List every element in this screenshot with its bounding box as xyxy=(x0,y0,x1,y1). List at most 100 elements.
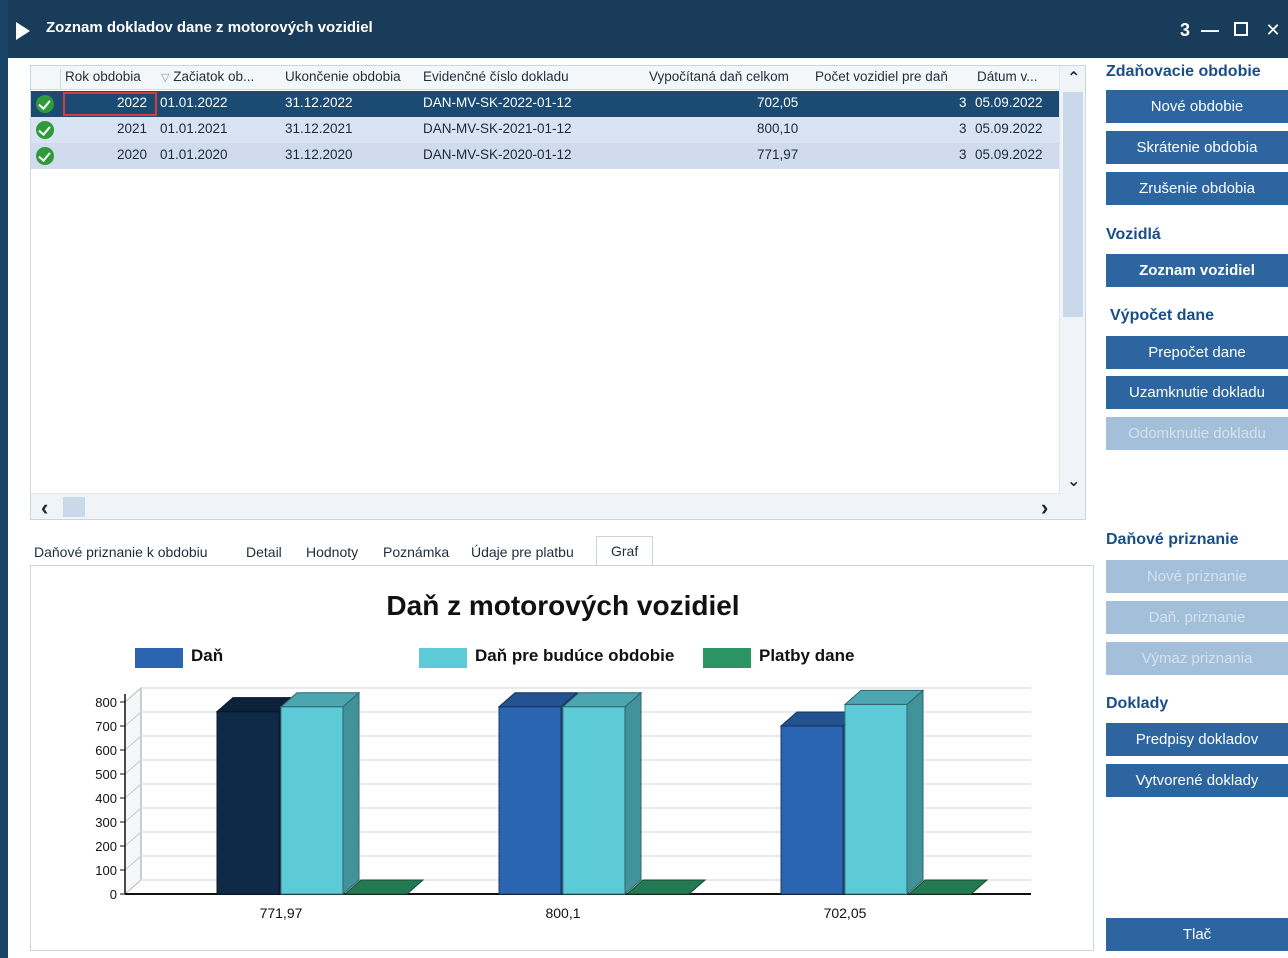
skratenie-obdobia-button[interactable]: Skrátenie obdobia xyxy=(1106,131,1288,164)
minimize-icon[interactable]: — xyxy=(1196,20,1224,41)
bar-front xyxy=(216,711,280,895)
cell-datum: 05.09.2022 xyxy=(975,147,1043,162)
scroll-up-icon[interactable]: ⌃ xyxy=(1067,68,1080,88)
y-tick-label: 800 xyxy=(95,695,117,710)
cell-pocet: 3 xyxy=(959,121,967,136)
column-header-zaciatok[interactable]: ▽ Začiatok ob... xyxy=(161,69,254,84)
column-header-rok[interactable]: Rok obdobia xyxy=(65,69,141,84)
section-title-danove-priznanie: Daňové priznanie xyxy=(1106,531,1239,548)
documents-grid: Rok obdobia ▽ Začiatok ob... Ukončenie o… xyxy=(30,65,1086,520)
column-header-cislo[interactable]: Evidenčné číslo dokladu xyxy=(423,69,569,84)
cell-dan: 771,97 xyxy=(757,147,799,162)
cell-pocet: 3 xyxy=(959,95,967,110)
nove-obdobie-button[interactable]: Nové obdobie xyxy=(1106,90,1288,123)
scroll-right-icon[interactable]: › xyxy=(1041,495,1048,519)
cell-datum: 05.09.2022 xyxy=(975,121,1043,136)
close-icon[interactable]: ✕ xyxy=(1258,20,1288,41)
y-tick-label: 500 xyxy=(95,767,117,782)
table-row[interactable]: 2020 01.01.2020 31.12.2020 DAN-MV-SK-202… xyxy=(31,143,1061,169)
bar-side xyxy=(906,689,924,896)
odomknutie-dokladu-button[interactable]: Odomknutie dokladu xyxy=(1106,417,1288,450)
actions-sidebar: Zdaňovacie obdobie Nové obdobie Skráteni… xyxy=(1098,58,1288,958)
y-tick-label: 700 xyxy=(95,719,117,734)
status-ok-icon xyxy=(36,121,54,139)
tab-graf[interactable]: Graf xyxy=(596,536,654,567)
dan-priznanie-button[interactable]: Daň. priznanie xyxy=(1106,601,1288,634)
prepocet-dane-button[interactable]: Prepočet dane xyxy=(1106,336,1288,369)
section-title-vypocet-dane: Výpočet dane xyxy=(1110,307,1215,324)
table-row[interactable]: 2021 01.01.2021 31.12.2021 DAN-MV-SK-202… xyxy=(31,117,1061,143)
cell-cislo: DAN-MV-SK-2022-01-12 xyxy=(423,95,572,110)
bar-front xyxy=(780,725,844,895)
main-window: Zoznam dokladov dane z motorových vozidi… xyxy=(0,0,1288,958)
column-header-datum[interactable]: Dátum v... xyxy=(977,69,1038,84)
status-column-header xyxy=(31,69,61,89)
window-controls: 3 — ✕ xyxy=(1174,17,1288,43)
scroll-left-icon[interactable]: ‹ xyxy=(41,495,48,519)
cell-cislo: DAN-MV-SK-2020-01-12 xyxy=(423,147,572,162)
section-title-zdanovacie-obdobie: Zdaňovacie obdobie xyxy=(1106,63,1261,80)
tab-hodnoty[interactable]: Hodnoty xyxy=(306,544,358,560)
detail-tabs: Daňové priznanie k obdobiu Detail Hodnot… xyxy=(34,536,1094,567)
tab-danove-priznanie[interactable]: Daňové priznanie k obdobiu xyxy=(34,544,208,560)
cell-dan: 702,05 xyxy=(757,95,799,110)
scroll-down-icon[interactable]: ⌄ xyxy=(1067,471,1080,491)
window-count-badge[interactable]: 3 xyxy=(1174,20,1196,41)
cell-rok: 2021 xyxy=(117,121,148,136)
x-tick-label: 702,05 xyxy=(824,905,867,921)
column-header-pocet[interactable]: Počet vozidiel pre daň xyxy=(815,69,948,84)
sort-desc-icon: ▽ xyxy=(161,72,170,84)
tlac-button[interactable]: Tlač xyxy=(1106,918,1288,951)
y-tick-label: 0 xyxy=(110,887,117,902)
status-ok-icon xyxy=(36,147,54,165)
status-ok-icon xyxy=(36,95,54,113)
nove-priznanie-button[interactable]: Nové priznanie xyxy=(1106,560,1288,593)
tab-poznamka[interactable]: Poznámka xyxy=(383,544,449,560)
bar-front xyxy=(498,706,562,895)
tab-detail[interactable]: Detail xyxy=(246,544,282,560)
chart-panel: Daň z motorových vozidiel Daň Daň pre bu… xyxy=(30,565,1094,951)
cell-dan: 800,10 xyxy=(757,121,799,136)
y-tick-label: 300 xyxy=(95,815,117,830)
cell-pocet: 3 xyxy=(959,147,967,162)
maximize-icon[interactable] xyxy=(1224,20,1258,41)
bar-chart: 0 100 200 300 400 500 600 700 800 771,97 800,1 702,… xyxy=(95,686,1031,921)
cell-ukoncenie: 31.12.2022 xyxy=(285,95,353,110)
window-title: Zoznam dokladov dane z motorových vozidi… xyxy=(46,19,373,36)
zoznam-vozidiel-button[interactable]: Zoznam vozidiel xyxy=(1106,254,1288,287)
cell-zaciatok: 01.01.2020 xyxy=(160,147,228,162)
y-tick-label: 600 xyxy=(95,743,117,758)
cell-cislo: DAN-MV-SK-2021-01-12 xyxy=(423,121,572,136)
x-tick-label: 800,1 xyxy=(545,905,580,921)
cell-zaciatok: 01.01.2021 xyxy=(160,121,228,136)
zrusenie-obdobia-button[interactable]: Zrušenie obdobia xyxy=(1106,172,1288,205)
title-bar: Zoznam dokladov dane z motorových vozidi… xyxy=(8,0,1288,58)
horizontal-scrollbar[interactable]: ‹ › xyxy=(31,493,1061,519)
column-header-dan[interactable]: Vypočítaná daň celkom xyxy=(649,69,789,84)
uzamknutie-dokladu-button[interactable]: Uzamknutie dokladu xyxy=(1106,376,1288,409)
bar-side xyxy=(342,691,360,896)
bar-front xyxy=(844,703,908,895)
grid-header: Rok obdobia ▽ Začiatok ob... Ukončenie o… xyxy=(31,66,1061,90)
vymaz-priznania-button[interactable]: Výmaz priznania xyxy=(1106,642,1288,675)
cell-rok: 2020 xyxy=(117,147,148,162)
vytvorene-doklady-button[interactable]: Vytvorené doklady xyxy=(1106,764,1288,797)
app-play-icon xyxy=(16,22,30,40)
table-row[interactable]: 2022 01.01.2022 31.12.2022 DAN-MV-SK-202… xyxy=(31,91,1061,117)
y-tick-label: 200 xyxy=(95,839,117,854)
section-title-doklady: Doklady xyxy=(1106,695,1169,712)
predpisy-dokladov-button[interactable]: Predpisy dokladov xyxy=(1106,723,1288,756)
vertical-scroll-thumb[interactable] xyxy=(1063,92,1083,317)
y-tick-label: 400 xyxy=(95,791,117,806)
x-tick-label: 771,97 xyxy=(260,905,303,921)
column-header-ukoncenie[interactable]: Ukončenie obdobia xyxy=(285,69,401,84)
vertical-scrollbar[interactable]: ⌃ ⌄ xyxy=(1059,66,1085,519)
horizontal-scroll-thumb[interactable] xyxy=(63,497,85,517)
section-title-vozidla: Vozidlá xyxy=(1106,226,1161,243)
y-tick-label: 100 xyxy=(95,863,117,878)
cell-ukoncenie: 31.12.2021 xyxy=(285,121,353,136)
bar-side xyxy=(624,691,642,896)
tab-udaje-pre-platbu[interactable]: Údaje pre platbu xyxy=(471,544,574,560)
cell-datum: 05.09.2022 xyxy=(975,95,1043,110)
cell-ukoncenie: 31.12.2020 xyxy=(285,147,353,162)
